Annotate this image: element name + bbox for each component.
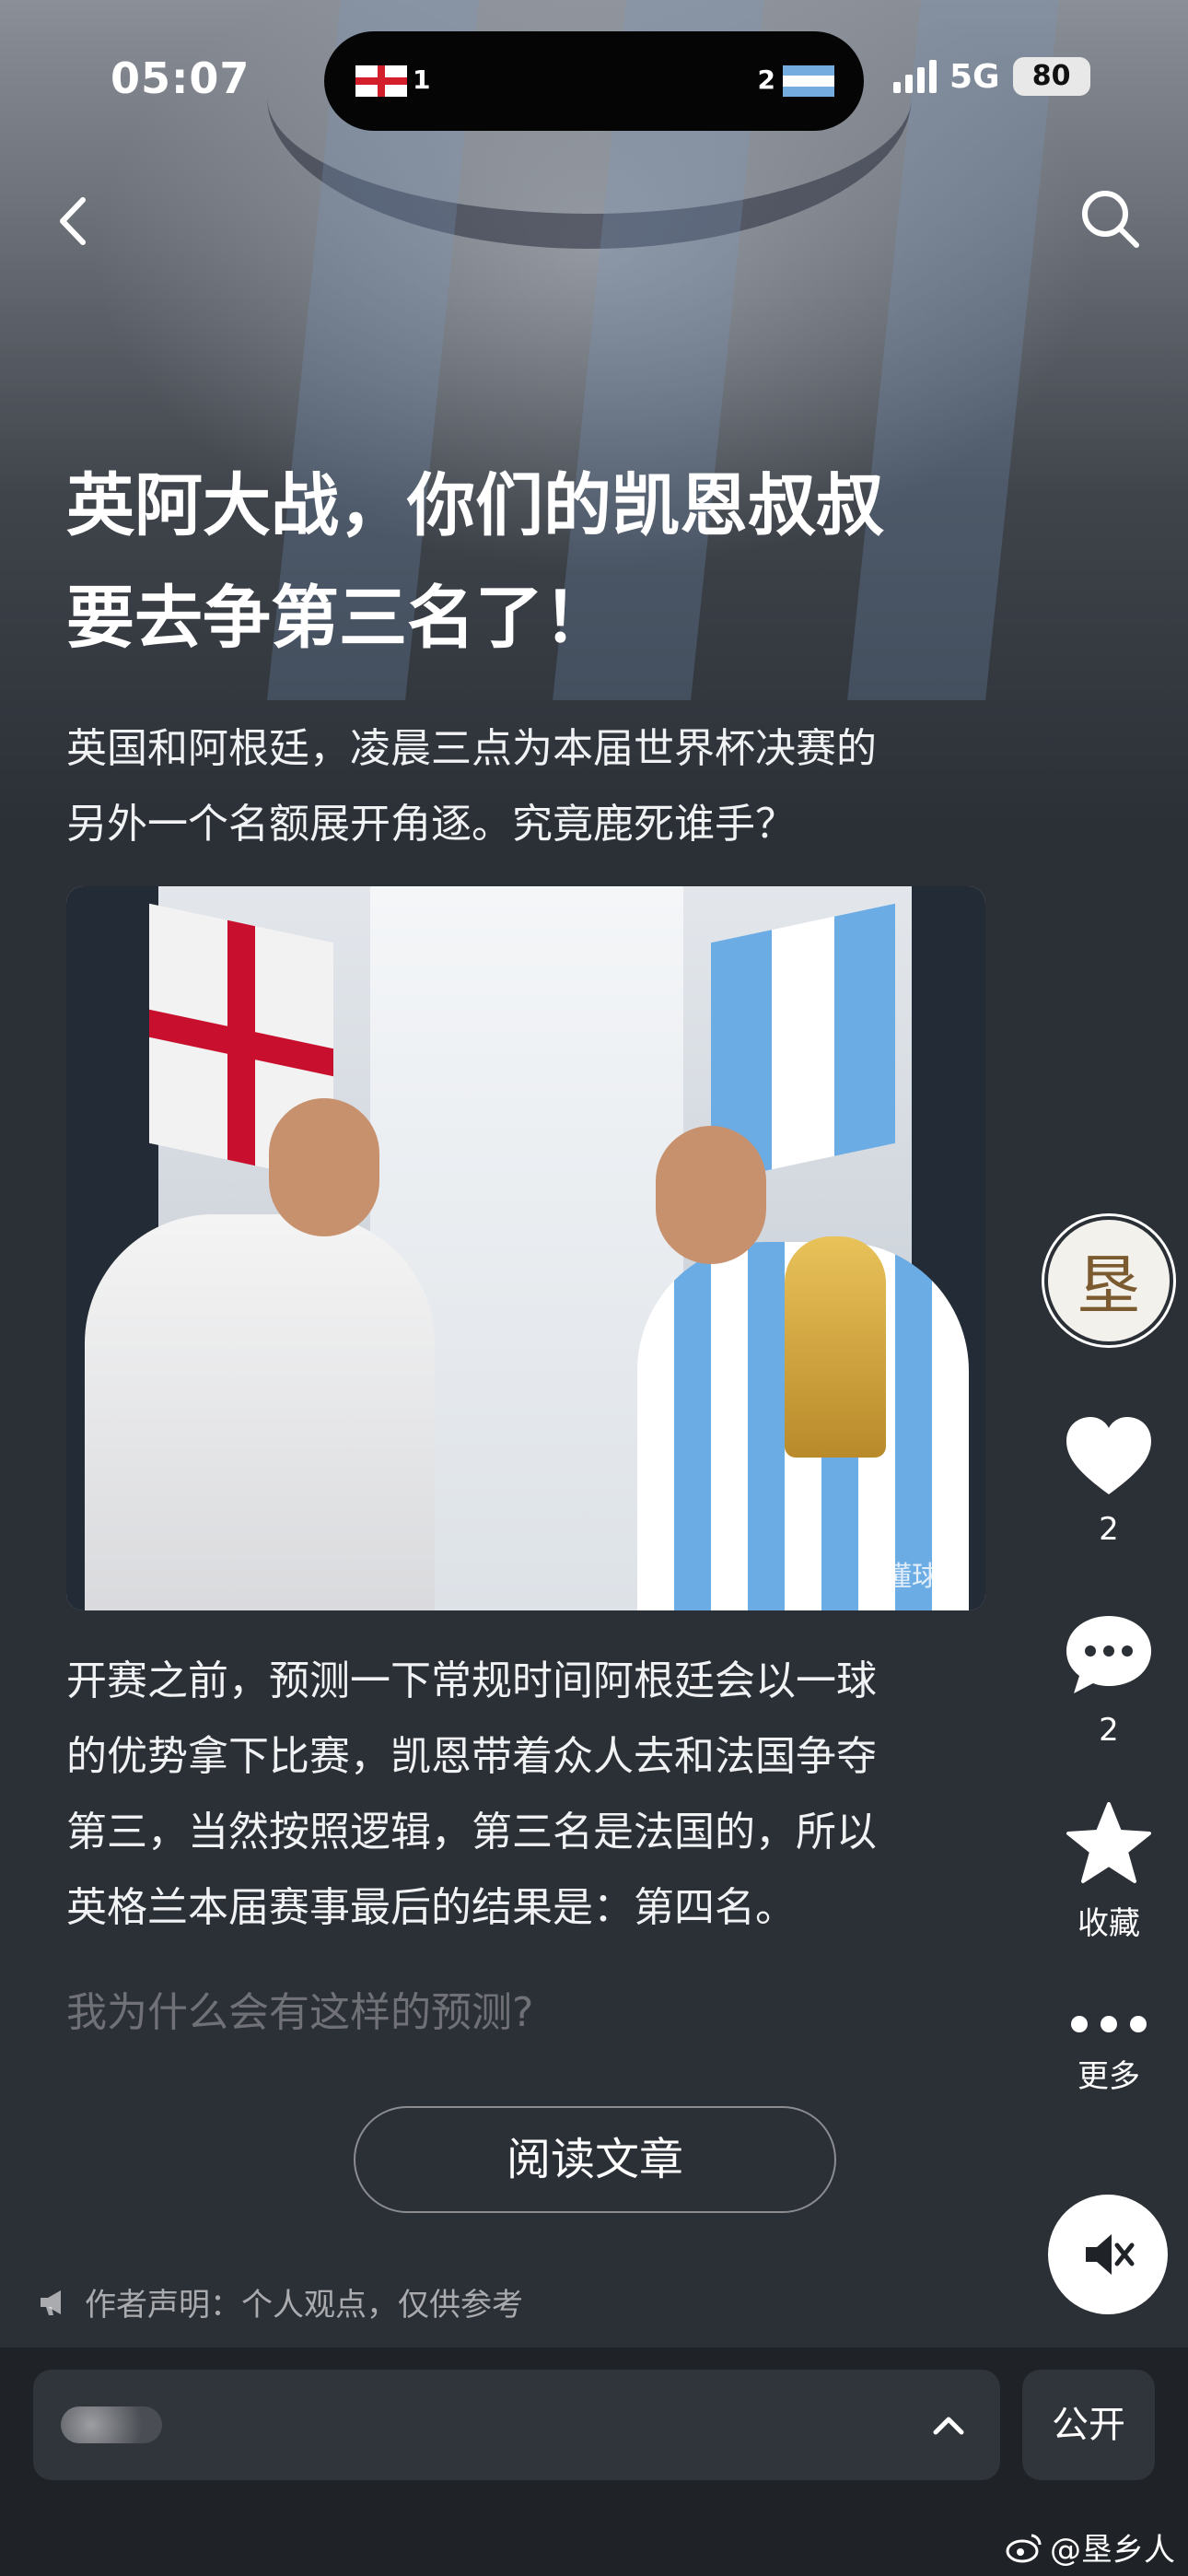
disclaimer-text: 作者声明：个人观点，仅供参考 <box>85 2287 523 2324</box>
body-line: 英格兰本届赛事最后的结果是：第四名。 <box>66 1884 796 1931</box>
heart-icon <box>1066 1417 1151 1494</box>
chevron-left-icon <box>60 197 86 245</box>
like-count: 2 <box>1099 1511 1119 1548</box>
body-line: 开赛之前，预测一下常规时间阿根廷会以一球 <box>66 1657 877 1704</box>
like-button[interactable]: 2 <box>1044 1413 1173 1548</box>
weibo-handle: @垦乡人 <box>1050 2532 1175 2569</box>
england-flag-icon <box>355 65 407 97</box>
body-line: 第三，当然按照逻辑，第三名是法国的，所以 <box>66 1809 877 1856</box>
article-summary: 英国和阿根廷，凌晨三点为本届世界杯决赛的 另外一个名额展开角逐。究竟鹿死谁手？ <box>66 711 996 862</box>
article-title: 英阿大战，你们的凯恩叔叔 要去争第三名了！ <box>66 450 987 674</box>
chevron-up-icon[interactable] <box>921 2397 976 2453</box>
favorite-label: 收藏 <box>1077 1905 1140 1942</box>
read-article-button[interactable]: 阅读文章 <box>354 2106 836 2213</box>
status-time: 05:07 <box>111 53 250 103</box>
public-toggle-button[interactable]: 公开 <box>1022 2370 1155 2480</box>
weibo-icon <box>1006 2534 1042 2562</box>
network-type: 5G <box>949 57 1000 96</box>
back-button[interactable] <box>46 189 101 253</box>
more-label: 更多 <box>1077 2058 1140 2095</box>
comment-bubble-icon <box>1066 1616 1151 1693</box>
player-head <box>269 1098 379 1236</box>
article-body: 开赛之前，预测一下常规时间阿根廷会以一球 的优势拿下比赛，凯恩带着众人去和法国争… <box>66 1644 996 1946</box>
favorite-button[interactable]: 收藏 <box>1044 1800 1173 1943</box>
title-line: 要去争第三名了！ <box>66 579 611 658</box>
article-image[interactable]: 懂球帝 <box>66 886 985 1610</box>
mute-button[interactable] <box>1048 2195 1168 2314</box>
ellipsis-icon <box>1071 2016 1147 2032</box>
weibo-watermark: @垦乡人 <box>1006 2524 1175 2570</box>
comment-input[interactable] <box>33 2370 1000 2480</box>
live-score-island[interactable]: 1 2 <box>324 31 864 131</box>
summary-line: 另外一个名额展开角逐。究竟鹿死谁手？ <box>66 801 796 848</box>
author-avatar[interactable]: 垦 <box>1044 1216 1173 1345</box>
more-button[interactable]: 更多 <box>1044 2010 1173 2096</box>
star-icon <box>1066 1802 1151 1883</box>
body-line: 的优势拿下比赛，凯恩带着众人去和法国争夺 <box>66 1733 877 1780</box>
search-icon <box>1082 191 1139 248</box>
avatar-char: 垦 <box>1077 1247 1141 1324</box>
summary-line: 英国和阿根廷，凌晨三点为本届世界杯决赛的 <box>66 725 877 772</box>
world-cup-trophy <box>785 1236 886 1458</box>
player-england <box>85 1214 435 1610</box>
argentina-score: 2 <box>757 64 775 95</box>
england-score: 1 <box>413 64 431 95</box>
comment-count: 2 <box>1099 1712 1119 1749</box>
author-disclaimer: 作者声明：个人观点，仅供参考 <box>37 2279 523 2324</box>
megaphone-icon <box>41 2289 61 2315</box>
player-head <box>656 1126 766 1264</box>
speaker-muted-icon <box>1086 2234 1135 2275</box>
argentina-flag-icon <box>783 65 834 97</box>
battery-icon: 80 <box>1012 57 1090 96</box>
blurred-avatar <box>61 2406 162 2443</box>
search-button[interactable] <box>1076 184 1144 252</box>
status-indicators: 5G 80 <box>893 53 1090 100</box>
signal-icon <box>893 60 937 93</box>
image-watermark: 懂球帝 <box>884 1561 967 1593</box>
faded-preview-line: 我为什么会有这样的预测? <box>66 1989 534 2036</box>
title-line: 英阿大战，你们的凯恩叔叔 <box>66 466 884 545</box>
comment-button[interactable]: 2 <box>1044 1610 1173 1749</box>
